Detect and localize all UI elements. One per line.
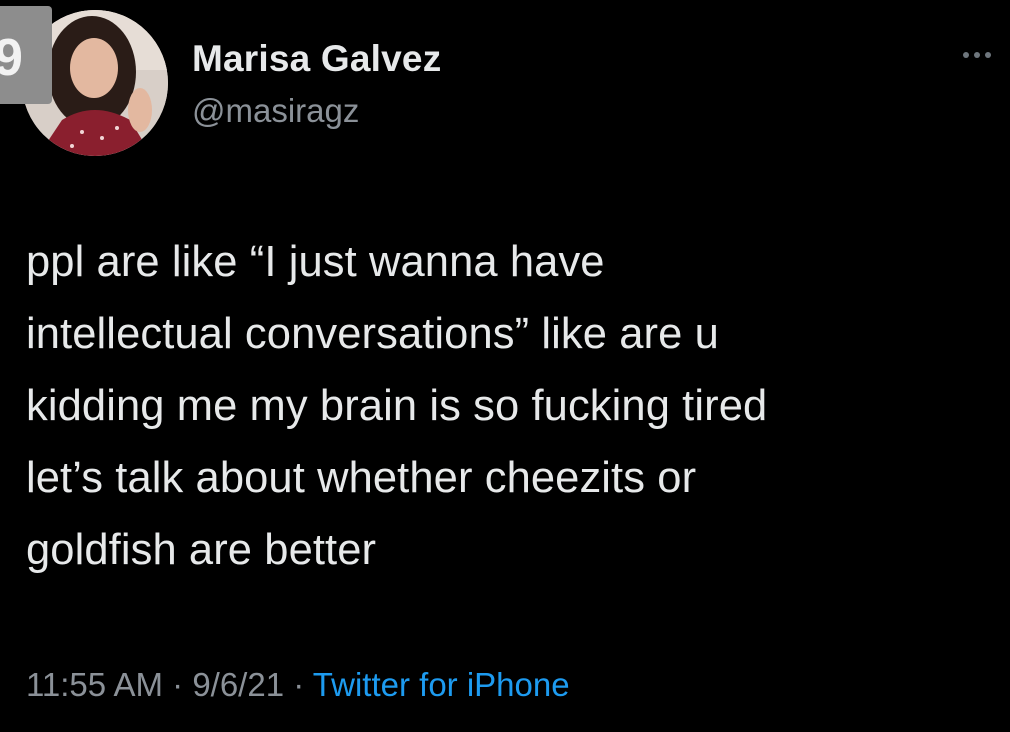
tweet-card: 9 Marisa Galvez @masiragz ppl are like “… xyxy=(0,0,1010,732)
corner-badge-text: 9 xyxy=(0,29,23,87)
tweet-time[interactable]: 11:55 AM xyxy=(26,666,163,703)
tweet-date[interactable]: 9/6/21 xyxy=(192,666,284,703)
dot xyxy=(985,52,991,58)
author-name[interactable]: Marisa Galvez xyxy=(192,38,441,80)
more-options-icon[interactable] xyxy=(952,40,1002,70)
corner-badge: 9 xyxy=(0,6,52,104)
meta-separator: · xyxy=(284,666,313,703)
tweet-text: ppl are like “I just wanna have intellec… xyxy=(26,226,1001,586)
author-handle[interactable]: @masiragz xyxy=(192,92,359,130)
tweet-text-line: kidding me my brain is so fucking tired xyxy=(26,382,768,430)
dot xyxy=(963,52,969,58)
tweet-text-line: ppl are like “I just wanna have xyxy=(26,238,605,286)
tweet-text-line: goldfish are better xyxy=(26,526,377,574)
tweet-text-line: let’s talk about whether cheezits or xyxy=(26,454,697,502)
meta-separator: · xyxy=(162,666,193,703)
tweet-source-link[interactable]: Twitter for iPhone xyxy=(313,666,570,703)
tweet-meta: 11:55 AM · 9/6/21 · Twitter for iPhone xyxy=(26,666,570,704)
tweet-text-line: intellectual conversations” like are u xyxy=(26,310,719,358)
dot xyxy=(974,52,980,58)
